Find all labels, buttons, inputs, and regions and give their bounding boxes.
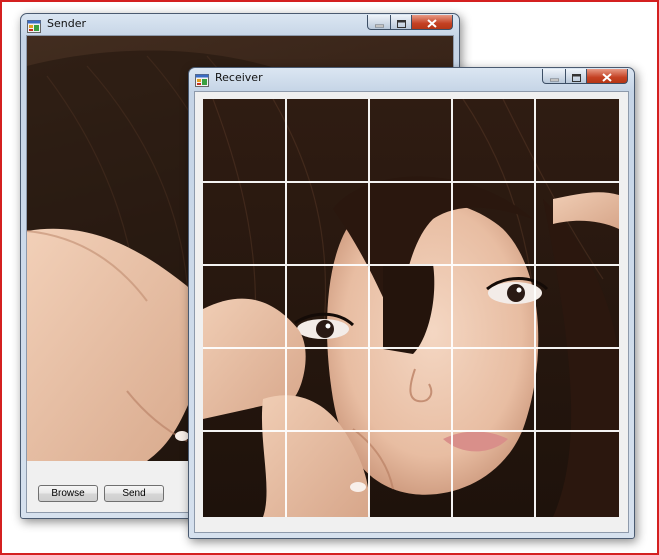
receiver-window: Receiver xyxy=(188,67,635,539)
receiver-tile-grid xyxy=(203,99,619,517)
sender-titlebar[interactable]: Sender xyxy=(21,14,459,36)
maximize-icon xyxy=(396,13,406,32)
sender-minimize-button[interactable] xyxy=(367,15,391,30)
minimize-icon xyxy=(374,13,384,32)
sender-maximize-button[interactable] xyxy=(391,15,412,30)
close-icon xyxy=(427,13,437,32)
app-form-icon xyxy=(27,18,41,33)
receiver-maximize-button[interactable] xyxy=(566,69,587,84)
sender-close-button[interactable] xyxy=(412,15,453,30)
app-form-icon xyxy=(195,72,209,87)
minimize-icon xyxy=(549,67,559,86)
receiver-titlebar[interactable]: Receiver xyxy=(189,68,634,90)
close-icon xyxy=(602,67,612,86)
receiver-client-area xyxy=(194,91,629,533)
receiver-minimize-button[interactable] xyxy=(542,69,566,84)
receiver-title: Receiver xyxy=(215,71,263,84)
browse-button[interactable]: Browse xyxy=(38,485,98,502)
send-button[interactable]: Send xyxy=(104,485,164,502)
maximize-icon xyxy=(571,67,581,86)
sender-title: Sender xyxy=(47,17,86,30)
receiver-close-button[interactable] xyxy=(587,69,628,84)
